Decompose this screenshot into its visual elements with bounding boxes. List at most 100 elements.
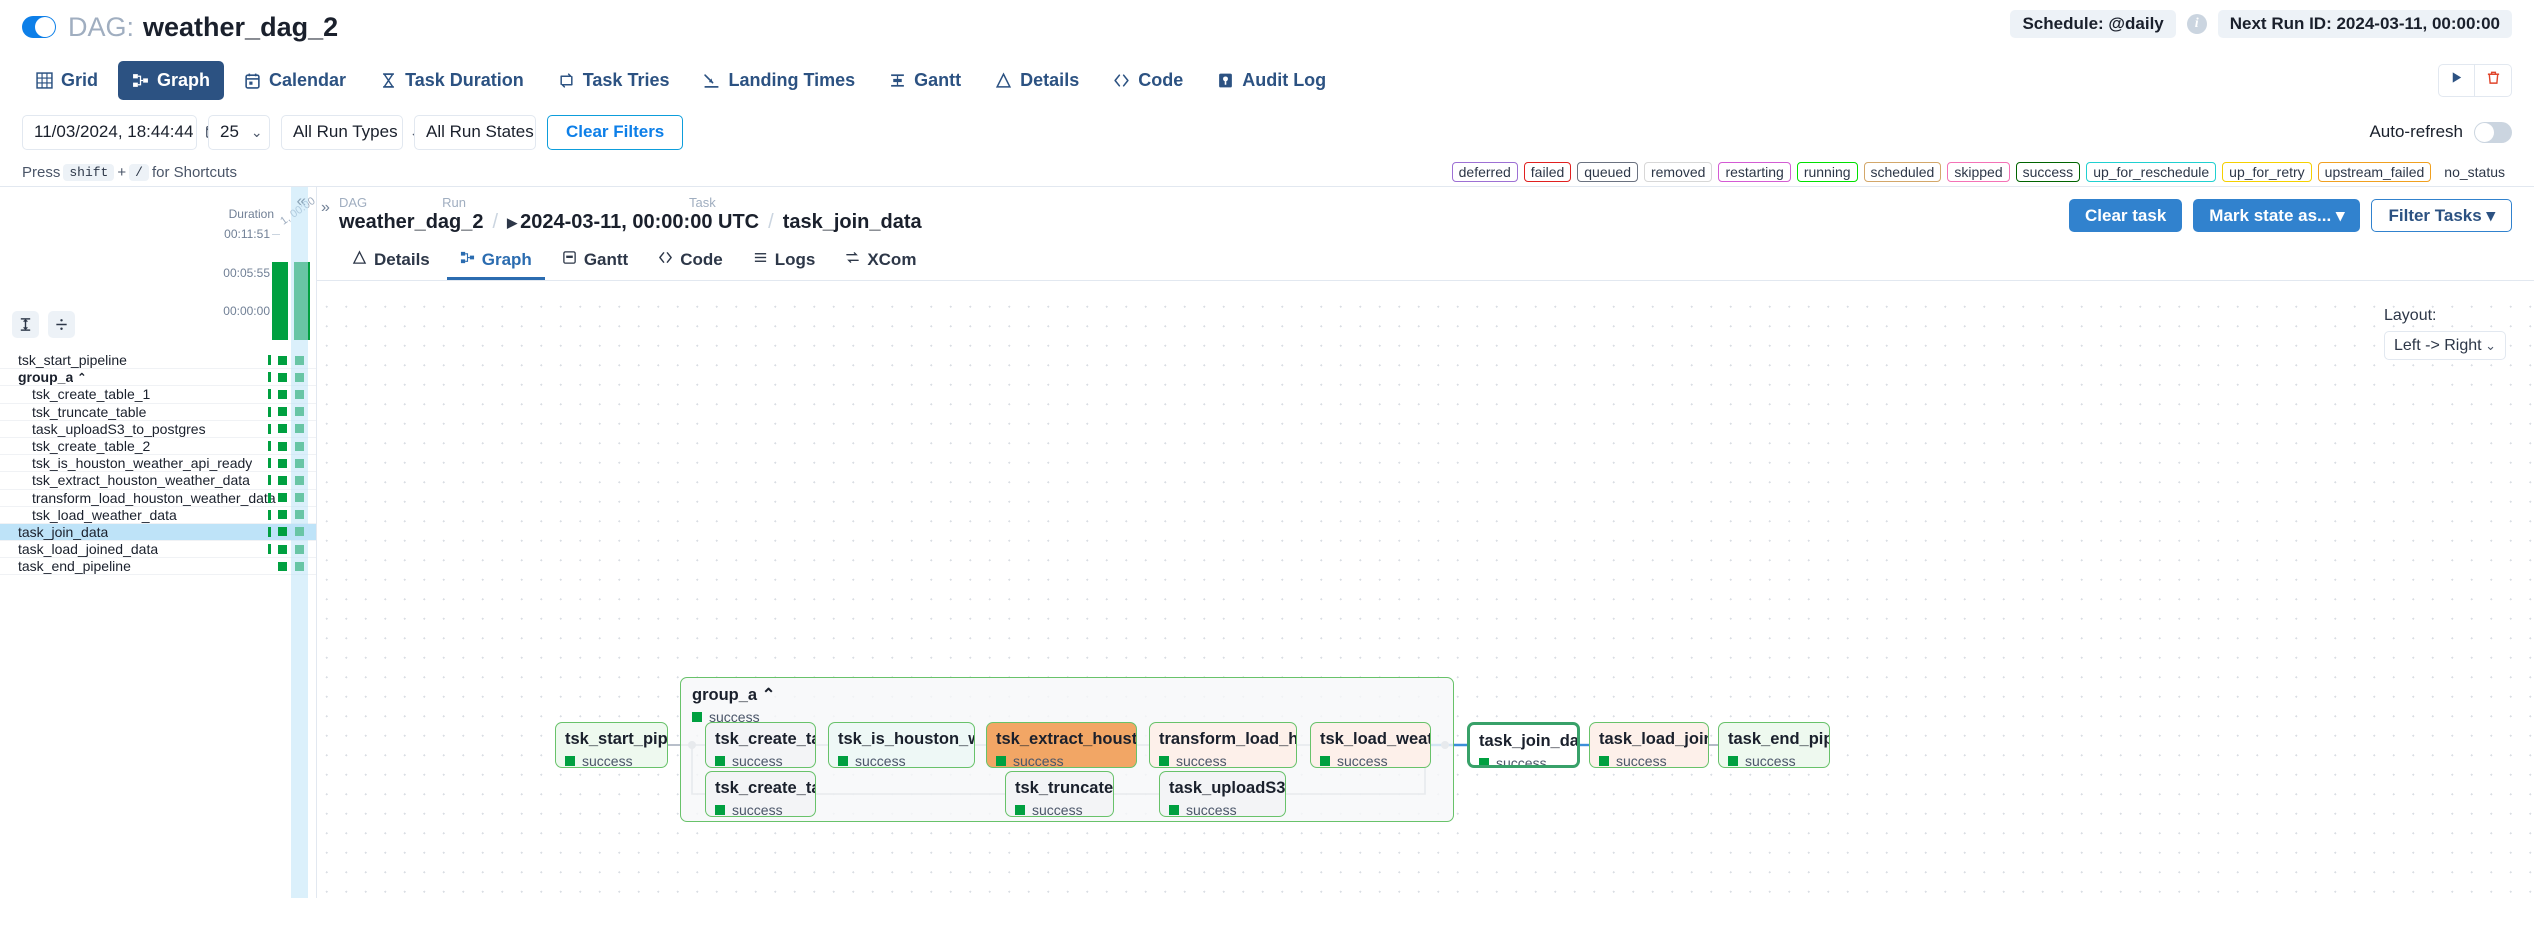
task-instance-status[interactable] bbox=[295, 424, 304, 434]
task-node-tsk_create_table_1[interactable]: tsk_create_table_1 success PostgresOpera… bbox=[705, 771, 816, 817]
task-instance-status[interactable] bbox=[295, 475, 304, 485]
task-instance-status[interactable] bbox=[295, 527, 304, 537]
legend-running[interactable]: running bbox=[1796, 162, 1858, 182]
task-instance-status[interactable] bbox=[295, 493, 304, 503]
task-node-tsk_truncate_table[interactable]: tsk_truncate_table success PostgresOpera… bbox=[1005, 771, 1114, 817]
task-row[interactable]: transform_load_houston_weather_data bbox=[0, 490, 316, 507]
task-instance-status[interactable] bbox=[268, 544, 271, 555]
task-instance-status[interactable] bbox=[268, 526, 271, 537]
run-date-input[interactable]: 11/03/2024, 18:44:44 bbox=[22, 114, 219, 150]
tab-graph[interactable]: Graph bbox=[118, 60, 225, 100]
task-instance-status[interactable] bbox=[268, 475, 271, 486]
task-instance-status[interactable] bbox=[295, 458, 304, 468]
task-row[interactable]: tsk_load_weather_data bbox=[0, 507, 316, 524]
task-row[interactable]: tsk_truncate_table bbox=[0, 404, 316, 421]
task-row[interactable]: tsk_extract_houston_weather_data bbox=[0, 472, 316, 490]
task-instance-status[interactable] bbox=[295, 355, 304, 365]
legend-skipped[interactable]: skipped bbox=[1947, 162, 2010, 182]
task-instance-status[interactable] bbox=[278, 475, 287, 485]
task-instance-status[interactable] bbox=[278, 561, 287, 571]
task-instance-status[interactable] bbox=[268, 389, 271, 400]
subtab-details[interactable]: Details bbox=[339, 242, 443, 280]
filter-tasks-button[interactable]: Filter Tasks ▾ bbox=[2371, 199, 2512, 232]
task-row[interactable]: task_join_data bbox=[0, 523, 316, 542]
task-instance-status[interactable] bbox=[278, 424, 287, 434]
tab-grid[interactable]: Grid bbox=[22, 61, 112, 100]
clear-filters-button[interactable]: Clear Filters bbox=[547, 114, 684, 150]
tab-landing-times[interactable]: Landing Times bbox=[689, 61, 869, 100]
task-node-task_uploadS3_to_postgres[interactable]: task_uploadS3_to_postgres success Postgr… bbox=[1159, 771, 1286, 817]
task-instance-status[interactable] bbox=[278, 527, 287, 537]
auto-refresh-toggle[interactable] bbox=[2474, 121, 2512, 143]
legend-success[interactable]: success bbox=[2015, 162, 2081, 182]
task-row[interactable]: tsk_create_table_1 bbox=[0, 386, 316, 404]
task-instance-status[interactable] bbox=[295, 372, 304, 382]
breadcrumb-run-value[interactable]: 2024-03-11, 00:00:00 UTC bbox=[520, 211, 759, 234]
task-instance-status[interactable] bbox=[278, 389, 287, 399]
task-instance-status[interactable] bbox=[278, 441, 287, 451]
task-row[interactable]: tsk_is_houston_weather_api_ready bbox=[0, 455, 316, 473]
expand-rows-icon[interactable] bbox=[12, 311, 39, 338]
task-instance-status[interactable] bbox=[295, 441, 304, 451]
task-instance-status[interactable] bbox=[295, 561, 304, 571]
task-row[interactable]: task_end_pipeline bbox=[0, 558, 316, 576]
expand-right-icon[interactable]: » bbox=[321, 199, 330, 217]
task-instance-status[interactable] bbox=[278, 493, 287, 503]
task-instance-status[interactable] bbox=[295, 389, 304, 399]
clear-task-button[interactable]: Clear task bbox=[2069, 199, 2183, 232]
delete-dag-button[interactable] bbox=[2475, 63, 2512, 97]
task-node-tsk_create_table_2[interactable]: tsk_create_table_2 success PostgresOpera… bbox=[705, 722, 816, 768]
task-node-tsk_extract_houston_weather_data[interactable]: tsk_extract_houston_weather_data success… bbox=[986, 722, 1137, 768]
dag-pause-toggle[interactable] bbox=[22, 16, 56, 38]
legend-upstream_failed[interactable]: upstream_failed bbox=[2317, 162, 2432, 182]
legend-queued[interactable]: queued bbox=[1577, 162, 1638, 182]
task-instance-status[interactable] bbox=[295, 407, 304, 417]
subtab-code[interactable]: Code bbox=[645, 242, 736, 280]
subtab-gantt[interactable]: Gantt bbox=[549, 242, 641, 280]
task-instance-status[interactable] bbox=[268, 441, 271, 452]
task-instance-status[interactable] bbox=[268, 509, 271, 520]
task-row[interactable]: tsk_create_table_2 bbox=[0, 438, 316, 456]
run-state-select[interactable]: All Run States ⌄ bbox=[414, 114, 557, 150]
task-instance-status[interactable] bbox=[268, 355, 271, 366]
task-instance-status[interactable] bbox=[268, 423, 271, 434]
legend-restarting[interactable]: restarting bbox=[1718, 162, 1791, 182]
trigger-dag-button[interactable] bbox=[2438, 63, 2475, 97]
run-type-select[interactable]: All Run Types ⌄ bbox=[281, 114, 421, 150]
legend-no_status[interactable]: no_status bbox=[2437, 162, 2512, 182]
layout-select[interactable]: Left -> Right ⌄ bbox=[2384, 331, 2506, 360]
chevron-up-icon[interactable]: ⌃ bbox=[77, 371, 86, 384]
task-instance-status[interactable] bbox=[278, 372, 287, 382]
tab-task-duration[interactable]: Task Duration bbox=[366, 61, 538, 100]
breadcrumb-task-value[interactable]: task_join_data bbox=[783, 211, 922, 234]
duration-bar[interactable] bbox=[272, 262, 288, 340]
subtab-logs[interactable]: Logs bbox=[740, 242, 829, 280]
duration-bar[interactable] bbox=[294, 262, 310, 340]
task-instance-status[interactable] bbox=[268, 372, 271, 383]
task-node-transform_load_houston_weather_data[interactable]: transform_load_houston_weather_data succ… bbox=[1149, 722, 1297, 768]
task-instance-status[interactable] bbox=[278, 510, 287, 520]
task-node-tsk_is_houston_weather_api_ready[interactable]: tsk_is_houston_weather_api_ready success… bbox=[828, 722, 975, 768]
task-row[interactable]: group_a ⌃ bbox=[0, 369, 316, 387]
tab-calendar[interactable]: Calendar bbox=[230, 61, 360, 100]
task-row[interactable]: tsk_start_pipeline bbox=[0, 352, 316, 370]
task-instance-status[interactable] bbox=[278, 458, 287, 468]
legend-deferred[interactable]: deferred bbox=[1451, 162, 1518, 182]
task-node-task_end_pipeline[interactable]: task_end_pipeline success EmptyOperator bbox=[1718, 722, 1830, 768]
chevron-up-icon[interactable]: ⌃ bbox=[757, 686, 776, 704]
task-row[interactable]: task_load_joined_data bbox=[0, 541, 316, 559]
graph-canvas[interactable]: Layout: Left -> Right ⌄ group_a ⌃ succes… bbox=[317, 297, 2534, 898]
legend-scheduled[interactable]: scheduled bbox=[1863, 162, 1942, 182]
subtab-xcom[interactable]: XCom bbox=[832, 242, 929, 280]
task-instance-status[interactable] bbox=[295, 544, 304, 554]
task-instance-status[interactable] bbox=[278, 355, 287, 365]
tab-task-tries[interactable]: Task Tries bbox=[544, 61, 684, 100]
tab-code[interactable]: Code bbox=[1099, 61, 1197, 100]
task-instance-status[interactable] bbox=[268, 406, 271, 417]
task-node-task_load_joined_data[interactable]: task_load_joined_data success PythonOper… bbox=[1589, 722, 1709, 768]
legend-up_for_retry[interactable]: up_for_retry bbox=[2222, 162, 2312, 182]
tab-gantt[interactable]: Gantt bbox=[875, 61, 975, 100]
mark-state-button[interactable]: Mark state as... ▾ bbox=[2193, 199, 2361, 232]
legend-failed[interactable]: failed bbox=[1523, 162, 1572, 182]
run-limit-select[interactable]: 25 ⌄ bbox=[208, 114, 270, 150]
